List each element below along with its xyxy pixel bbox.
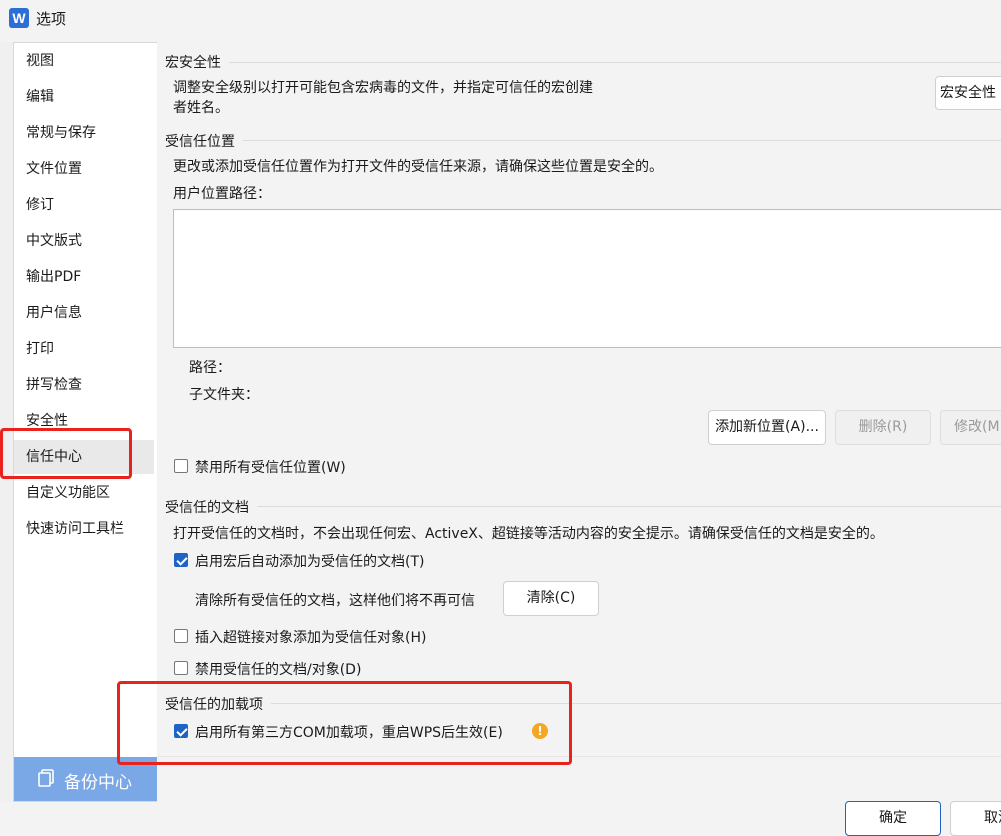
auto-trust-after-macro-label: 启用宏后自动添加为受信任的文档(T) (195, 554, 425, 570)
sidebar-item-view[interactable]: 视图 (14, 44, 154, 78)
sidebar-item-export-pdf[interactable]: 输出PDF (14, 260, 154, 294)
dialog-footer: 确定 取消 (157, 756, 1001, 836)
sidebar-item-spell-check[interactable]: 拼写检查 (14, 368, 154, 402)
enable-com-addins-checkbox[interactable] (174, 724, 188, 738)
sidebar-item-user-info[interactable]: 用户信息 (14, 296, 154, 330)
delete-location-button[interactable]: 删除(R) (835, 410, 931, 445)
sidebar-item-security[interactable]: 安全性 (14, 404, 154, 438)
trust-center-panel: 宏安全性 调整安全级别以打开可能包含宏病毒的文件，并指定可信任的宏创建 者姓名。… (157, 42, 1001, 756)
subfolder-label: 子文件夹： (189, 387, 259, 403)
sidebar-item-revisions[interactable]: 修订 (14, 188, 154, 222)
sidebar-item-trust-center[interactable]: 信任中心 (14, 440, 154, 474)
macro-security-button[interactable]: 宏安全性 (935, 76, 1001, 110)
sidebar-item-edit[interactable]: 编辑 (14, 80, 154, 114)
title-bar: W 选项 (0, 0, 1001, 36)
trusted-locations-description: 更改或添加受信任位置作为打开文件的受信任来源，请确保这些位置是安全的。 (173, 159, 663, 175)
trusted-addins-heading: 受信任的加载项 (165, 697, 263, 713)
clear-button[interactable]: 清除(C) (503, 581, 599, 616)
disable-trusted-locations-checkbox[interactable] (174, 459, 188, 473)
macro-security-heading: 宏安全性 (165, 55, 221, 71)
disable-trusted-locations-label: 禁用所有受信任位置(W) (195, 460, 346, 476)
modify-location-button[interactable]: 修改(M (940, 410, 1001, 445)
background-strip (0, 42, 13, 802)
sidebar-item-print[interactable]: 打印 (14, 332, 154, 366)
hyperlink-trust-checkbox[interactable] (174, 629, 188, 643)
disable-trusted-docs-checkbox[interactable] (174, 661, 188, 675)
path-label: 路径： (189, 360, 231, 376)
add-location-button[interactable]: 添加新位置(A)... (708, 410, 826, 445)
backup-icon (38, 769, 54, 787)
warning-icon[interactable]: ! (532, 723, 548, 739)
macro-description-line2: 者姓名。 (173, 100, 229, 116)
backup-center-label: 备份中心 (64, 773, 132, 793)
sidebar: 视图 编辑 常规与保存 文件位置 修订 中文版式 输出PDF 用户信息 打印 拼… (13, 42, 158, 802)
trusted-documents-heading: 受信任的文档 (165, 500, 249, 516)
divider (229, 62, 1001, 63)
hyperlink-trust-label: 插入超链接对象添加为受信任对象(H) (195, 630, 427, 646)
backup-center-button[interactable]: 备份中心 (14, 757, 157, 801)
clear-trusted-docs-text: 清除所有受信任的文档，这样他们将不再可信 (195, 593, 475, 609)
sidebar-item-file-locations[interactable]: 文件位置 (14, 152, 154, 186)
trusted-locations-list[interactable] (173, 209, 1001, 348)
divider (271, 703, 1001, 704)
sidebar-item-general-save[interactable]: 常规与保存 (14, 116, 154, 150)
sidebar-item-customize-ribbon[interactable]: 自定义功能区 (14, 476, 154, 510)
sidebar-item-quick-access-toolbar[interactable]: 快速访问工具栏 (14, 512, 154, 546)
disable-trusted-docs-label: 禁用受信任的文档/对象(D) (195, 662, 362, 678)
macro-description-line1: 调整安全级别以打开可能包含宏病毒的文件，并指定可信任的宏创建 (173, 80, 593, 96)
window-title: 选项 (36, 10, 67, 28)
user-locations-label: 用户位置路径： (173, 186, 271, 202)
auto-trust-after-macro-checkbox[interactable] (174, 553, 188, 567)
wps-writer-icon: W (9, 8, 29, 28)
sidebar-item-chinese-layout[interactable]: 中文版式 (14, 224, 154, 258)
enable-com-addins-label: 启用所有第三方COM加载项，重启WPS后生效(E) (195, 725, 503, 741)
trusted-documents-description: 打开受信任的文档时，不会出现任何宏、ActiveX、超链接等活动内容的安全提示。… (173, 526, 884, 542)
divider (243, 140, 1001, 141)
trusted-locations-heading: 受信任位置 (165, 134, 235, 150)
divider (257, 506, 1001, 507)
